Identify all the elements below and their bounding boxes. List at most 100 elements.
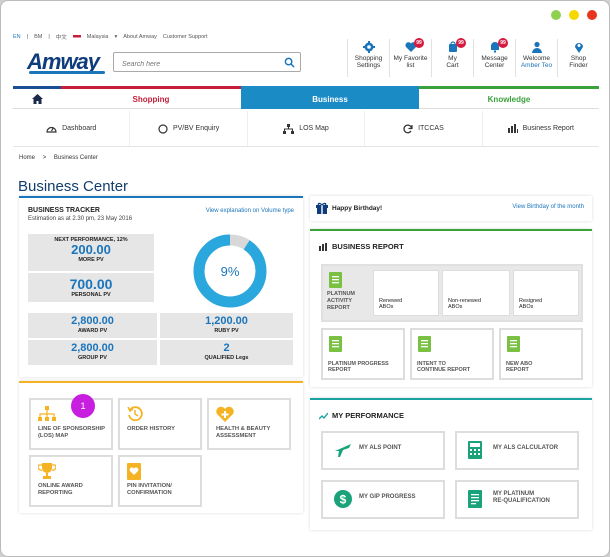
nav-home[interactable] bbox=[13, 86, 61, 109]
platinum-progress-report-card[interactable]: PLATINUM PROGRESS REPORT bbox=[321, 328, 405, 380]
award-pv-value: 2,800.00 bbox=[71, 315, 114, 327]
nav-knowledge[interactable]: Knowledge bbox=[419, 86, 599, 109]
ruby-pv-box: 1,200.00 RUBY PV bbox=[160, 313, 293, 338]
shop-finder-button[interactable]: Shop Finder bbox=[557, 39, 599, 77]
support-link[interactable]: Customer Support bbox=[163, 34, 208, 40]
location-icon bbox=[574, 43, 583, 53]
my-als-point-card[interactable]: MY ALS POINT bbox=[321, 431, 445, 470]
maximize-dot[interactable] bbox=[569, 10, 579, 20]
birthday-text: Happy Birthday! bbox=[332, 205, 383, 212]
volume-explanation-link[interactable]: View explanation on Volume type bbox=[206, 208, 294, 214]
resigned-abos-card[interactable]: Resigned ABOs bbox=[513, 270, 579, 316]
ruby-pv-label: RUBY PV bbox=[214, 328, 239, 334]
my-als-calculator-card[interactable]: MY ALS CALCULATOR bbox=[455, 431, 579, 470]
tracker-title: BUSINESS TRACKER bbox=[28, 207, 100, 214]
subnav-business-report[interactable]: Business Report bbox=[483, 111, 599, 146]
my-performance-title: MY PERFORMANCE bbox=[319, 411, 404, 420]
my-gip-progress-card[interactable]: $ MY GIP PROGRESS bbox=[321, 480, 445, 519]
subnav-pvbv-enquiry[interactable]: PV/BV Enquiry bbox=[130, 111, 248, 146]
subnav-dashboard[interactable]: Dashboard bbox=[13, 111, 131, 146]
favorite-list-button[interactable]: 99 My Favorite list bbox=[389, 38, 431, 77]
lang-cn-link[interactable]: 中文 bbox=[56, 33, 67, 41]
logo-swoosh bbox=[29, 71, 105, 74]
business-report-panel: BUSINESS REPORT PLATINUM ACTIVITY REPORT… bbox=[310, 229, 592, 387]
window-controls bbox=[551, 10, 597, 20]
browser-window: EN | BM | 中文 Malaysia ▾ About Amway Cust… bbox=[0, 0, 610, 557]
message-center-button[interactable]: 99 Message Center bbox=[473, 38, 515, 77]
about-link[interactable]: About Amway bbox=[123, 34, 157, 40]
svg-text:$: $ bbox=[340, 493, 347, 507]
utility-bar: EN | BM | 中文 Malaysia ▾ About Amway Cust… bbox=[13, 33, 208, 41]
document-icon bbox=[329, 336, 342, 352]
enquiry-icon bbox=[158, 123, 168, 134]
close-dot[interactable] bbox=[587, 10, 597, 20]
intent-to-continue-report-card[interactable]: INTENT TO CONTINUE REPORT bbox=[410, 328, 494, 380]
step-marker: 1 bbox=[71, 394, 95, 418]
search-box bbox=[113, 52, 301, 74]
invitation-icon bbox=[127, 463, 141, 480]
qualified-legs-value: 2 bbox=[223, 342, 230, 354]
document-icon bbox=[468, 490, 482, 508]
dashboard-icon bbox=[46, 126, 57, 133]
breadcrumb: Home > Business Center bbox=[19, 155, 98, 161]
subnav-los-map[interactable]: LOS Map bbox=[248, 111, 366, 146]
search-input[interactable] bbox=[114, 55, 274, 74]
shopping-settings-button[interactable]: Shopping Settings bbox=[347, 39, 389, 77]
group-pv-label: GROUP PV bbox=[78, 355, 107, 361]
minimize-dot[interactable] bbox=[551, 10, 561, 20]
bar-chart-icon bbox=[319, 242, 327, 251]
group-pv-value: 2,800.00 bbox=[71, 342, 114, 354]
personal-pv-label: PERSONAL PV bbox=[71, 292, 111, 298]
online-award-reporting-card[interactable]: ONLINE AWARD REPORTING bbox=[29, 455, 113, 507]
business-report-title: BUSINESS REPORT bbox=[319, 242, 404, 251]
renewed-abos-card[interactable]: Renewed ABOs bbox=[373, 270, 439, 316]
birthday-month-link[interactable]: View Birthday of the month bbox=[512, 204, 584, 210]
tracker-estimation: Estimation as at 2.30 pm, 23 May 2016 bbox=[28, 216, 133, 222]
cart-button[interactable]: 99 My Cart bbox=[431, 38, 473, 77]
business-tracker-panel: BUSINESS TRACKER Estimation as at 2.30 p… bbox=[19, 196, 303, 377]
page-title: Business Center bbox=[18, 178, 129, 195]
country-selector[interactable]: Malaysia bbox=[87, 34, 109, 40]
document-icon bbox=[418, 336, 431, 352]
heart-plus-icon bbox=[216, 406, 234, 422]
qualified-legs-box: 2 QUALIFIED Legs bbox=[160, 340, 293, 365]
welcome-user-button[interactable]: Welcome Amber Teo bbox=[515, 39, 557, 77]
username-link[interactable]: Amber Teo bbox=[516, 62, 557, 69]
search-icon[interactable] bbox=[284, 57, 295, 68]
next-performance-box: NEXT PERFORMANCE, 12% 200.00 MORE PV bbox=[28, 234, 154, 271]
birthday-panel: Happy Birthday! View Birthday of the mon… bbox=[310, 196, 592, 221]
subnav-itccas[interactable]: ITCCAS bbox=[365, 111, 483, 146]
donut-percent: 9% bbox=[221, 264, 240, 279]
business-tools-panel: LINE OF SPONSORSHIP (LOS) MAP ORDER HISTO… bbox=[19, 381, 303, 513]
more-pv-label: MORE PV bbox=[78, 257, 104, 263]
platinum-activity-report-card[interactable]: PLATINUM ACTIVITY REPORT Renewed ABOs Non… bbox=[321, 264, 583, 322]
pin-invitation-card[interactable]: PIN INVITATION/CONFIRMATION bbox=[118, 455, 202, 507]
non-renewed-abos-card[interactable]: Non-renewed ABOs bbox=[442, 270, 510, 316]
sub-nav: Dashboard PV/BV Enquiry LOS Map ITCCAS B… bbox=[13, 111, 599, 147]
refresh-icon bbox=[403, 123, 413, 133]
document-icon bbox=[329, 272, 342, 288]
personal-pv-value: 700.00 bbox=[69, 276, 113, 292]
nav-business[interactable]: Business bbox=[241, 86, 419, 109]
breadcrumb-home[interactable]: Home bbox=[19, 155, 35, 161]
nav-shopping[interactable]: Shopping bbox=[61, 86, 241, 109]
lang-bm-link[interactable]: BM bbox=[34, 34, 42, 40]
message-badge: 99 bbox=[498, 38, 508, 48]
favorite-badge: 99 bbox=[414, 38, 424, 48]
group-pv-box: 2,800.00 GROUP PV bbox=[28, 340, 157, 365]
my-platinum-requalification-card[interactable]: MY PLATINUM RE-QUALIFICATION bbox=[455, 480, 579, 519]
header-icons: Shopping Settings 99 My Favorite list 99… bbox=[347, 38, 599, 77]
los-map-icon bbox=[283, 123, 295, 134]
performance-donut: 9% bbox=[193, 234, 267, 308]
lang-en-link[interactable]: EN bbox=[13, 34, 21, 40]
airplane-icon bbox=[335, 444, 351, 457]
calculator-icon bbox=[468, 441, 482, 459]
order-history-card[interactable]: ORDER HISTORY bbox=[118, 398, 202, 450]
trend-icon bbox=[319, 412, 328, 419]
my-performance-panel: MY PERFORMANCE MY ALS POINT MY ALS CALCU… bbox=[310, 398, 592, 530]
health-beauty-assessment-card[interactable]: HEALTH & BEAUTY ASSESSMENT bbox=[207, 398, 291, 450]
new-abo-report-card[interactable]: NEW ABO REPORT bbox=[499, 328, 583, 380]
gear-icon bbox=[362, 41, 375, 53]
cart-badge: 99 bbox=[456, 38, 466, 48]
home-icon bbox=[31, 94, 43, 104]
